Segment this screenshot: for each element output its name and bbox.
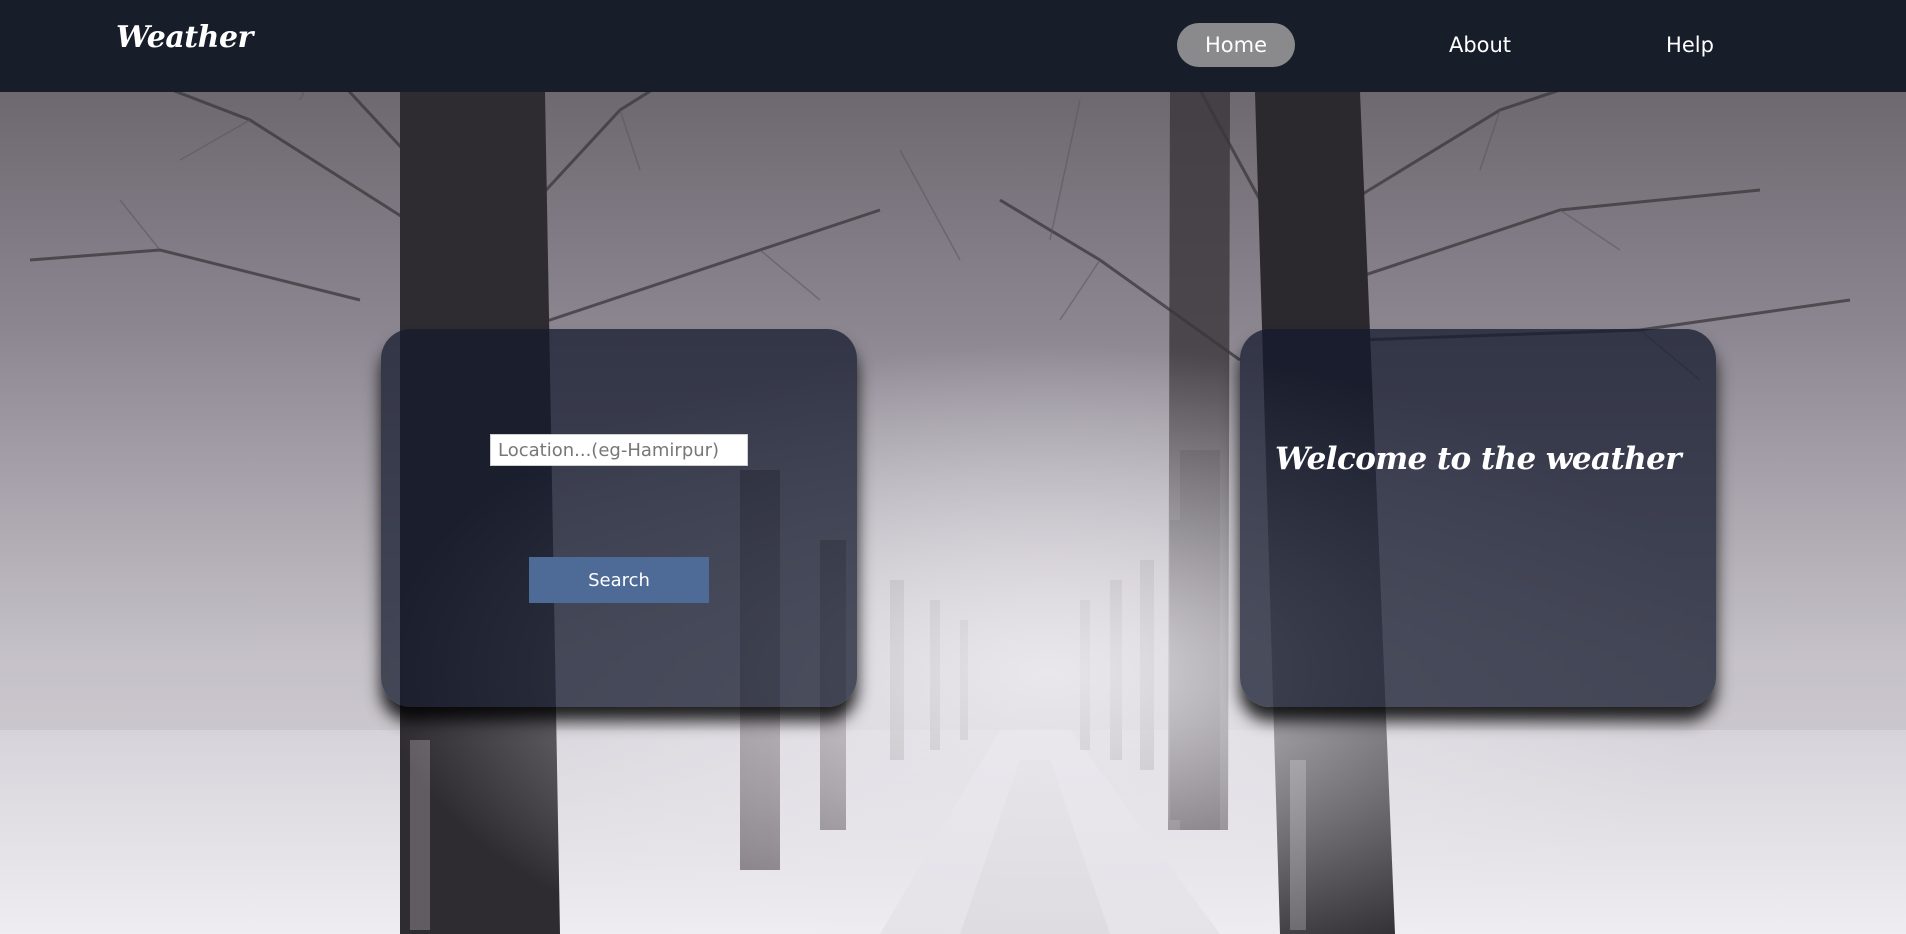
nav-home-link[interactable]: Home [1177, 23, 1295, 67]
welcome-message: Welcome to the weather [1274, 441, 1682, 477]
welcome-card: Welcome to the weather [1240, 329, 1716, 707]
location-input[interactable] [490, 434, 748, 466]
brand-logo[interactable]: Weather [116, 20, 253, 55]
top-navbar: Weather Home About Help [0, 0, 1906, 92]
search-button[interactable]: Search [529, 557, 709, 603]
nav-about-link[interactable]: About [1428, 23, 1532, 67]
nav-help-link[interactable]: Help [1640, 23, 1740, 67]
search-card: Search [381, 329, 857, 707]
